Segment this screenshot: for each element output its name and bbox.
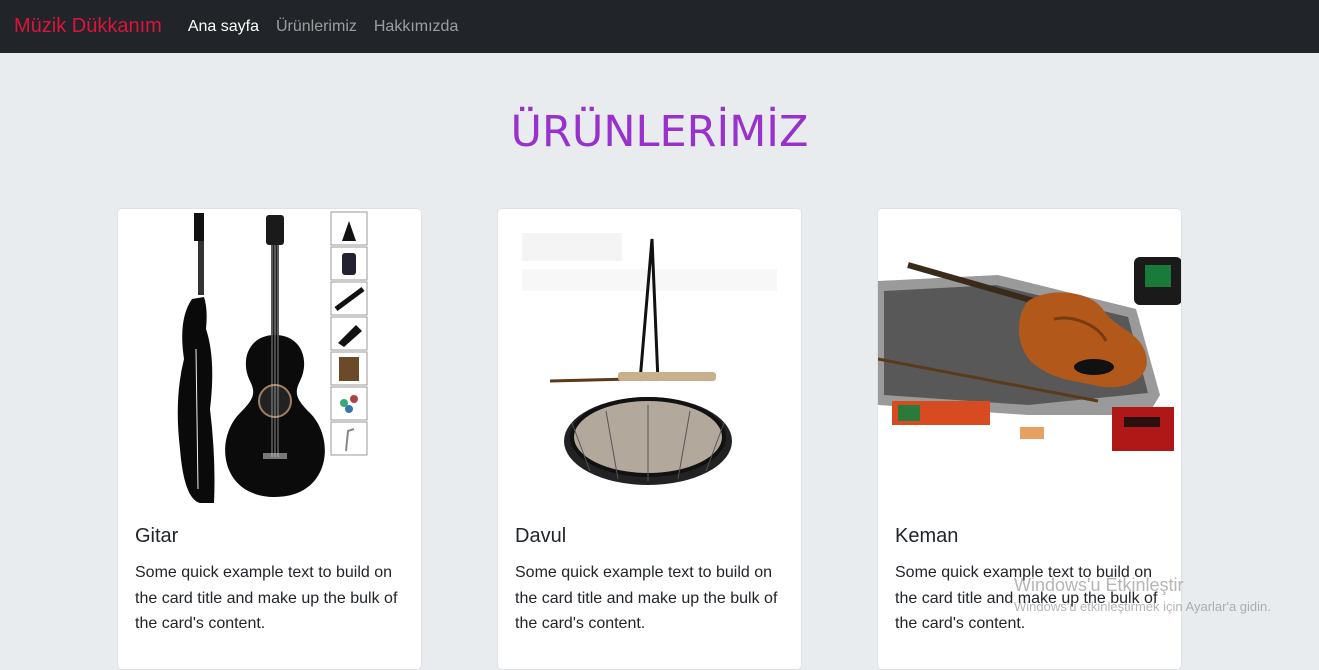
nav-link-hakkimizda[interactable]: Hakkımızda bbox=[374, 18, 458, 36]
page-title: ÜRÜNLERİMİZ bbox=[510, 107, 809, 157]
product-card-gitar: Gitar Some quick example text to build o… bbox=[117, 208, 422, 670]
drum-image bbox=[498, 209, 801, 509]
card-title: Davul bbox=[515, 525, 567, 547]
nav-link-urunlerimiz[interactable]: Ürünlerimiz bbox=[276, 18, 357, 36]
card-text: Some quick example text to build on the … bbox=[515, 564, 778, 632]
brand-link[interactable]: Müzik Dükkanım bbox=[14, 15, 162, 38]
product-card-davul: Davul Some quick example text to build o… bbox=[497, 208, 802, 670]
card-title: Gitar bbox=[135, 525, 179, 547]
windows-activation-watermark: Windows'u Etkinleştir Windows'u etkinleş… bbox=[1014, 575, 1271, 614]
watermark-subtitle: Windows'u etkinleştirmek için Ayarlar'a … bbox=[1014, 599, 1271, 614]
card-title: Keman bbox=[895, 525, 959, 547]
violin-image bbox=[878, 209, 1181, 509]
nav-link-ana-sayfa[interactable]: Ana sayfa bbox=[188, 18, 259, 36]
card-text: Some quick example text to build on the … bbox=[135, 564, 398, 632]
navbar: Müzik Dükkanım Ana sayfa Ürünlerimiz Hak… bbox=[0, 0, 1319, 53]
watermark-title: Windows'u Etkinleştir bbox=[1014, 575, 1184, 595]
guitar-image bbox=[118, 209, 421, 509]
